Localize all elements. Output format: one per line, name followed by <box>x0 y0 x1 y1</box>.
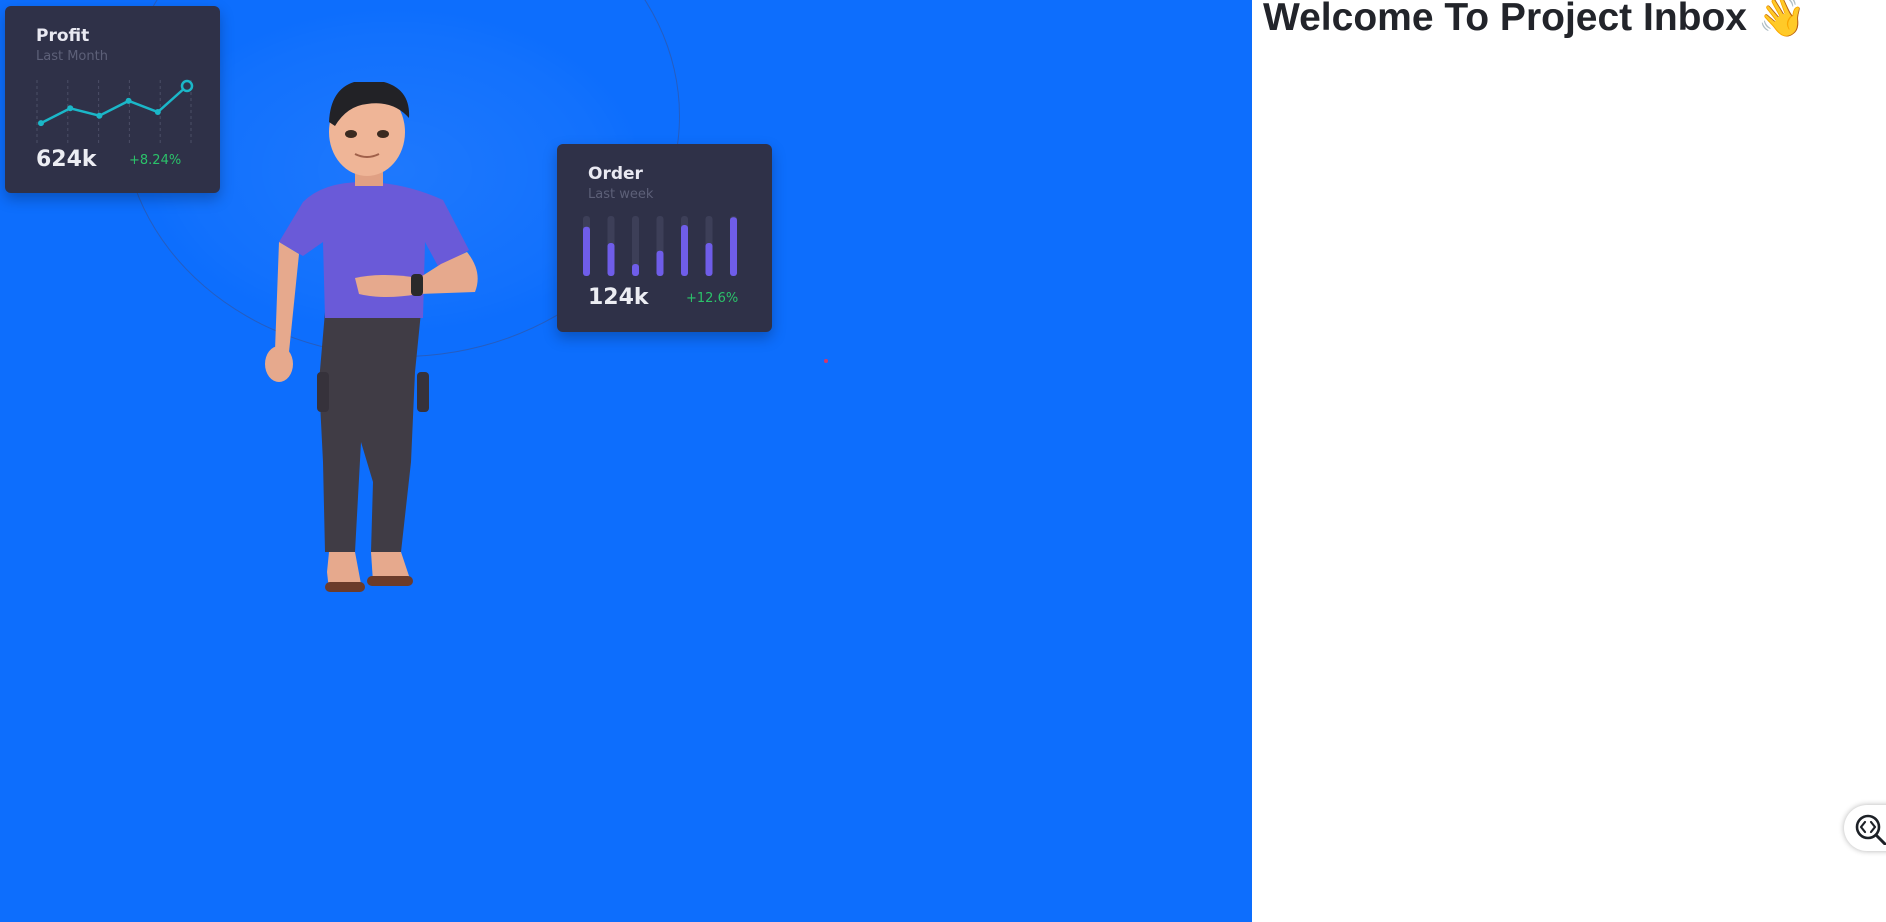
profit-card-subtitle: Last Month <box>36 49 108 64</box>
page-heading-text: Welcome To Project Inbox <box>1263 0 1747 39</box>
order-card-subtitle: Last week <box>588 187 654 202</box>
profit-mini-chart <box>36 79 194 146</box>
order-card-title: Order <box>588 164 643 184</box>
order-bar <box>681 225 688 276</box>
order-bar <box>632 264 639 276</box>
profit-point <box>96 112 103 119</box>
profit-card-title: Profit <box>36 26 90 46</box>
order-bar <box>730 217 737 276</box>
order-bar <box>656 250 664 276</box>
decorative-dot <box>824 359 828 363</box>
profit-point <box>67 105 74 112</box>
page-heading: Welcome To Project Inbox 👋 <box>1263 0 1806 40</box>
profit-card-value: 624k <box>36 147 97 172</box>
order-mini-chart <box>583 216 737 276</box>
code-search-icon <box>1855 814 1886 845</box>
order-card: Order Last week 124k +12.6% <box>557 144 772 332</box>
profit-card: Profit Last Month 624k +8.24% <box>5 6 220 193</box>
profit-line-series <box>40 85 188 125</box>
order-card-change: +12.6% <box>686 291 739 306</box>
profit-point <box>38 120 44 127</box>
hero-panel: Profit Last Month 624k +8.24% Order Last… <box>0 0 1252 922</box>
order-bar <box>583 226 590 276</box>
code-search-button[interactable] <box>1844 805 1886 851</box>
profit-point <box>154 109 161 115</box>
order-bar <box>607 243 615 276</box>
profit-point <box>180 79 194 93</box>
character-illustration <box>265 82 478 592</box>
order-bar <box>705 243 713 276</box>
profit-point <box>125 97 132 104</box>
order-card-value: 124k <box>588 285 649 310</box>
profit-card-change: +8.24% <box>129 153 182 168</box>
waving-hand-icon: 👋 <box>1757 0 1807 39</box>
